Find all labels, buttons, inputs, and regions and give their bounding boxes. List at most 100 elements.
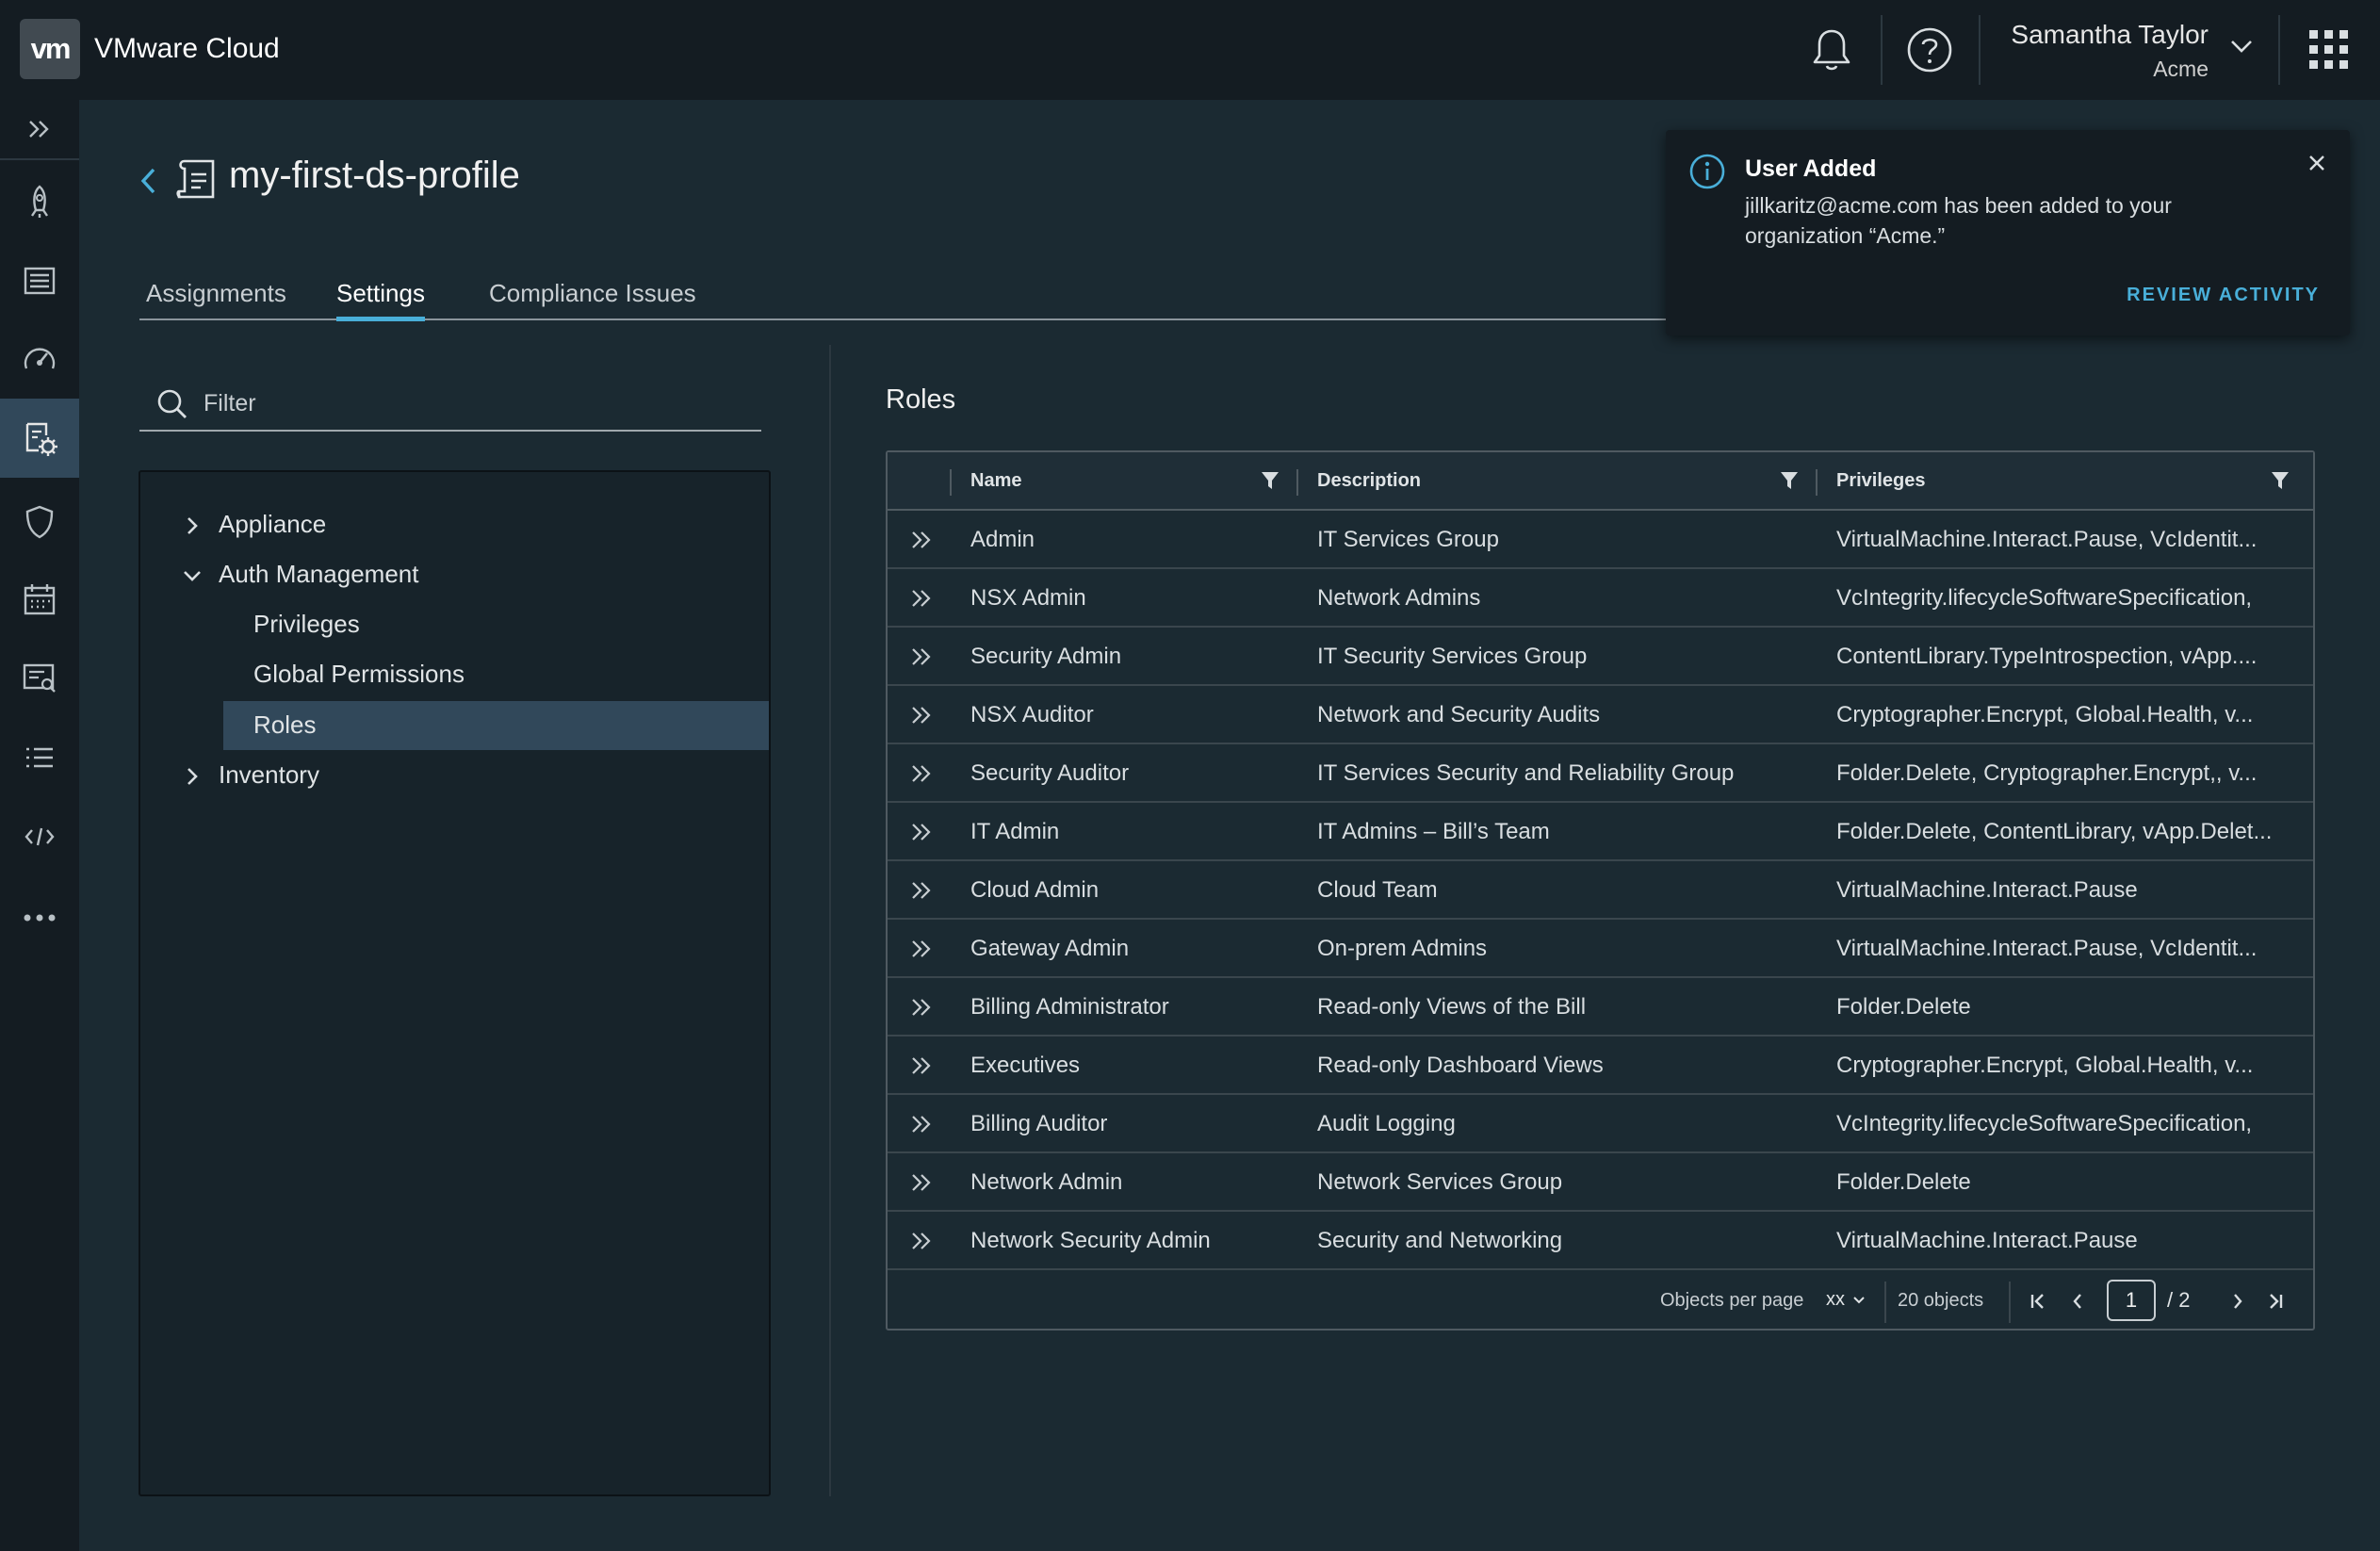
first-page-icon[interactable] [2024, 1287, 2052, 1315]
bell-icon[interactable] [1802, 21, 1861, 79]
objects-per-page-label: Objects per page [1660, 1290, 1804, 1311]
help-icon[interactable] [1900, 21, 1959, 79]
expand-row-icon[interactable] [906, 759, 937, 789]
cell-description: Network Services Group [1317, 1169, 1563, 1195]
tab-settings[interactable]: Settings [336, 279, 425, 321]
column-header-name[interactable]: Name [970, 470, 1021, 492]
tree-node-appliance[interactable]: Appliance [140, 500, 769, 549]
filter-icon[interactable] [2271, 470, 2290, 491]
column-header-description[interactable]: Description [1317, 470, 1421, 492]
expand-row-icon[interactable] [906, 875, 937, 906]
roles-title: Roles [886, 384, 956, 415]
cell-name: IT Admin [970, 819, 1060, 844]
table-row[interactable]: Network Admin Network Services Group Folde… [888, 1153, 2313, 1212]
user-name: Samantha Taylor [2011, 20, 2209, 49]
cell-name: NSX Admin [970, 585, 1086, 611]
tree-node-privileges[interactable]: Privileges [140, 600, 769, 649]
dashboard-icon[interactable] [0, 318, 79, 398]
table-row[interactable]: Cloud Admin Cloud Team VirtualMachine.Inte… [888, 861, 2313, 920]
table-row[interactable]: Security Admin IT Security Services Group… [888, 628, 2313, 686]
tree-node-inventory[interactable]: Inventory [140, 751, 769, 800]
current-page-input[interactable]: 1 [2107, 1280, 2156, 1321]
chevron-right-icon[interactable] [186, 766, 199, 787]
chevron-down-icon [1852, 1297, 1865, 1304]
panel-divider [829, 345, 831, 1496]
last-page-icon[interactable] [2261, 1287, 2290, 1315]
active-tab-indicator [336, 317, 425, 321]
expand-row-icon[interactable] [906, 1226, 937, 1256]
tree-node-auth-management[interactable]: Auth Management [140, 550, 769, 599]
tab-assignments[interactable]: Assignments [146, 279, 286, 318]
user-org: Acme [2153, 57, 2209, 81]
settings-profile-icon[interactable] [0, 399, 79, 478]
toast-message: jillkaritz@acme.com has been added to yo… [1745, 193, 2172, 248]
filter-icon[interactable] [1780, 470, 1799, 491]
close-icon[interactable] [2303, 149, 2331, 177]
filter-field [139, 377, 761, 432]
expand-row-icon[interactable] [906, 1051, 937, 1081]
chevron-down-icon[interactable] [182, 569, 203, 582]
app-title: VMware Cloud [94, 33, 280, 64]
search-list-icon[interactable] [0, 639, 79, 718]
launch-icon[interactable] [0, 162, 79, 241]
review-activity-button[interactable]: REVIEW ACTIVITY [2127, 285, 2320, 306]
table-row[interactable]: IT Admin IT Admins – Bill’s Team Folder.De… [888, 803, 2313, 861]
expand-row-icon[interactable] [906, 992, 937, 1022]
shield-icon[interactable] [0, 482, 79, 562]
filter-input[interactable] [204, 386, 731, 420]
info-icon [1688, 153, 1726, 190]
tree-label: Global Permissions [253, 660, 465, 688]
expand-row-icon[interactable] [906, 817, 937, 847]
column-header-privileges[interactable]: Privileges [1836, 470, 1926, 492]
expand-row-icon[interactable] [906, 642, 937, 672]
table-row[interactable]: Admin IT Services Group VirtualMachine.Int… [888, 511, 2313, 569]
expand-row-icon[interactable] [906, 700, 937, 730]
cell-name: Security Auditor [970, 760, 1130, 786]
table-row[interactable]: NSX Admin Network Admins VcIntegrity.lifec… [888, 569, 2313, 628]
next-page-icon[interactable] [2224, 1287, 2252, 1315]
calendar-icon[interactable] [0, 560, 79, 639]
object-count: 20 objects [1898, 1290, 1984, 1311]
cell-description: IT Services Group [1317, 527, 1499, 552]
tab-compliance-issues[interactable]: Compliance Issues [489, 279, 696, 318]
per-page-value: xx [1826, 1289, 1845, 1310]
expand-row-icon[interactable] [906, 583, 937, 613]
table-row[interactable]: Network Security Admin Security and Netwo… [888, 1212, 2313, 1270]
objects-per-page-select[interactable]: xx [1826, 1289, 1866, 1311]
user-menu[interactable]: Samantha Taylor Acme [1997, 17, 2261, 83]
filter-icon[interactable] [1261, 470, 1280, 491]
list-icon[interactable] [0, 718, 79, 797]
more-icon[interactable] [0, 878, 79, 957]
table-row[interactable]: Billing Administrator Read-only Views of … [888, 978, 2313, 1037]
tree-node-roles[interactable]: Roles [223, 701, 769, 750]
tree-node-global-permissions[interactable]: Global Permissions [140, 650, 769, 699]
cell-name: Gateway Admin [970, 936, 1130, 961]
table-row[interactable]: Security Auditor IT Services Security and… [888, 744, 2313, 803]
expand-row-icon[interactable] [906, 525, 937, 555]
expand-nav-icon[interactable] [0, 100, 79, 160]
cell-privileges: VcIntegrity.lifecycleSoftwareSpecificati… [1836, 1111, 2253, 1136]
table-row[interactable]: NSX Auditor Network and Security Audits Cr… [888, 686, 2313, 744]
settings-tree: Appliance Auth Management Privileges Glo… [139, 470, 771, 1496]
tab-bar: Assignments Settings Compliance Issues [139, 271, 1666, 321]
cell-privileges: Folder.Delete, Cryptographer.Encrypt,, v… [1836, 760, 2258, 786]
chevron-down-icon [2229, 38, 2254, 55]
cell-name: Billing Administrator [970, 994, 1169, 1020]
previous-page-icon[interactable] [2063, 1287, 2092, 1315]
table-row[interactable]: Gateway Admin On-prem Admins VirtualMachin… [888, 920, 2313, 978]
cell-description: Read-only Dashboard Views [1317, 1053, 1604, 1078]
back-button[interactable] [132, 162, 164, 200]
catalog-icon[interactable] [0, 241, 79, 320]
code-icon[interactable] [0, 797, 79, 876]
table-row[interactable]: Billing Auditor Audit Logging VcIntegrity.… [888, 1095, 2313, 1153]
expand-row-icon[interactable] [906, 1167, 937, 1198]
profile-document-icon [173, 155, 220, 203]
table-row[interactable]: Executives Read-only Dashboard Views Crypt… [888, 1037, 2313, 1095]
cell-name: Executives [970, 1053, 1081, 1078]
expand-row-icon[interactable] [906, 1109, 937, 1139]
app-grid-icon[interactable] [2300, 21, 2358, 79]
cell-name: Network Admin [970, 1169, 1123, 1195]
vmware-logo[interactable]: vm [20, 19, 80, 79]
expand-row-icon[interactable] [906, 934, 937, 964]
chevron-right-icon[interactable] [186, 515, 199, 536]
